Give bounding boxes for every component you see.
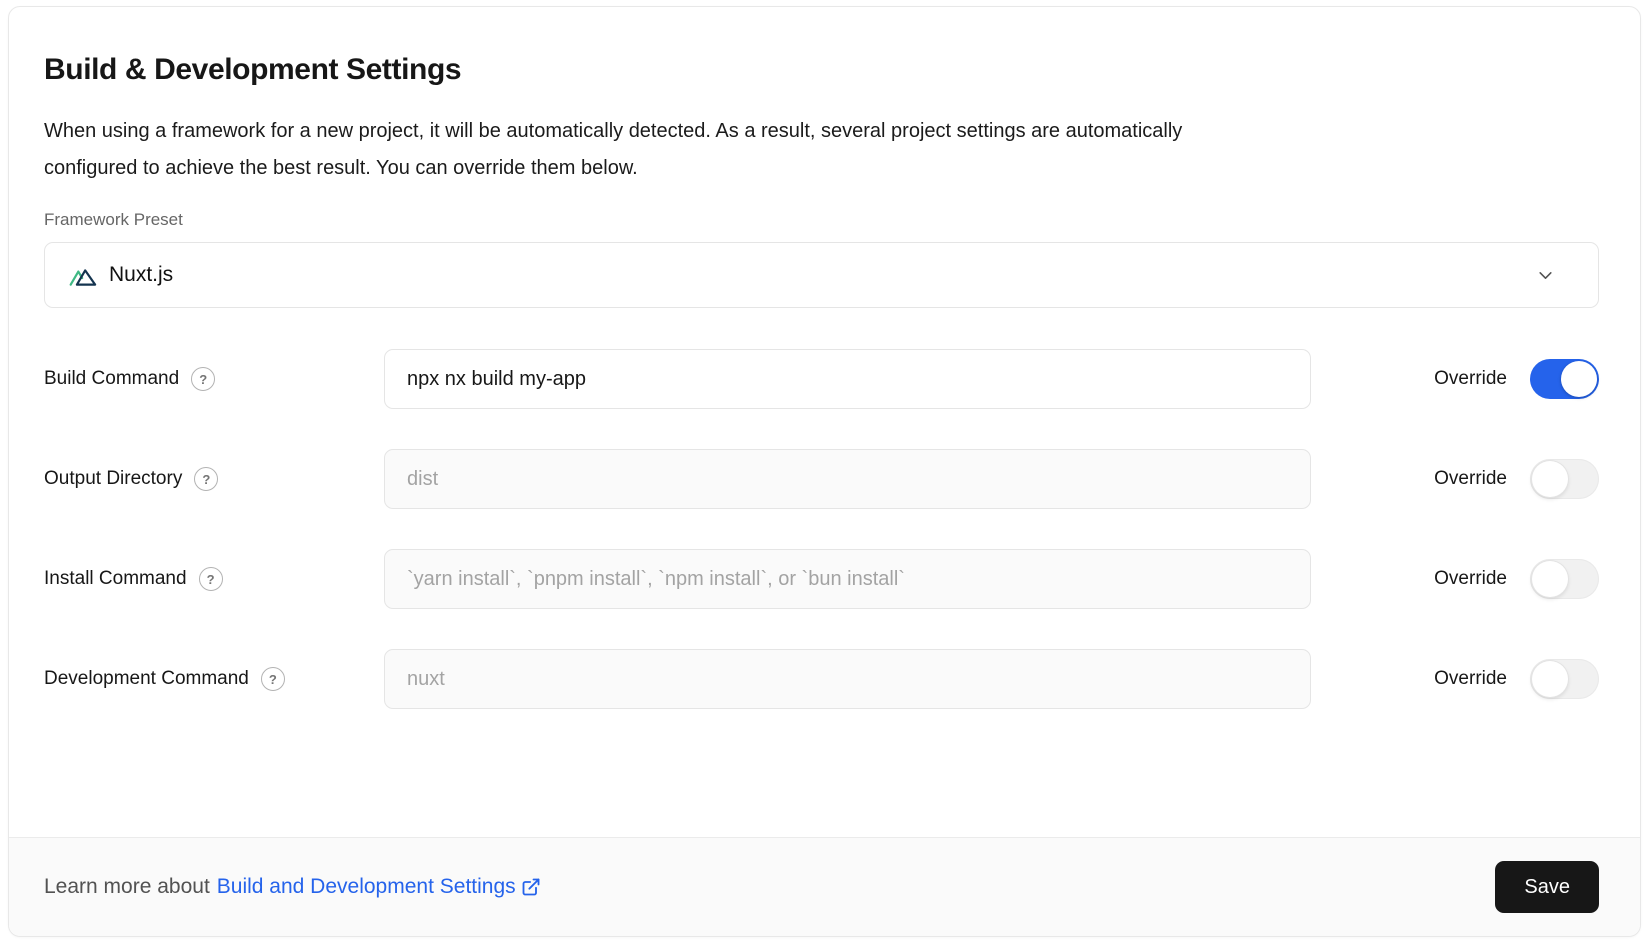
toggle-knob <box>1532 661 1568 697</box>
external-link-icon <box>521 877 541 897</box>
framework-preset-value: Nuxt.js <box>109 263 173 287</box>
setting-label: Install Command <box>44 568 187 590</box>
setting-input[interactable] <box>384 349 1311 409</box>
settings-rows: Build Command ? Override Output Director… <box>44 349 1599 709</box>
build-settings-docs-link[interactable]: Build and Development Settings <box>217 875 541 899</box>
help-icon[interactable]: ? <box>191 367 215 391</box>
setting-label: Output Directory <box>44 468 182 490</box>
setting-row: Development Command ? Override <box>44 649 1599 709</box>
override-label: Override <box>1434 568 1507 590</box>
chevron-down-icon <box>1537 267 1554 284</box>
description-line-2: configured to achieve the best result. Y… <box>44 150 1599 187</box>
setting-row: Install Command ? Override <box>44 549 1599 609</box>
card-content: Build & Development Settings When using … <box>9 7 1640 837</box>
save-button[interactable]: Save <box>1495 861 1599 913</box>
help-icon[interactable]: ? <box>199 567 223 591</box>
toggle-knob <box>1532 461 1568 497</box>
setting-input[interactable] <box>384 549 1311 609</box>
override-toggle[interactable] <box>1530 659 1599 699</box>
framework-preset-select[interactable]: Nuxt.js <box>44 242 1599 308</box>
learn-more-text: Learn more about Build and Development S… <box>44 875 541 899</box>
build-settings-card: Build & Development Settings When using … <box>8 6 1641 937</box>
override-label: Override <box>1434 668 1507 690</box>
section-description: When using a framework for a new project… <box>44 113 1599 187</box>
toggle-knob <box>1532 561 1568 597</box>
framework-preset-group: Framework Preset Nuxt.js <box>44 210 1599 308</box>
setting-label: Development Command <box>44 668 249 690</box>
description-line-1: When using a framework for a new project… <box>44 113 1599 150</box>
override-label: Override <box>1434 368 1507 390</box>
nuxt-logo-icon <box>69 263 97 287</box>
setting-label: Build Command <box>44 368 179 390</box>
help-icon[interactable]: ? <box>261 667 285 691</box>
override-toggle[interactable] <box>1530 459 1599 499</box>
docs-link-label: Build and Development Settings <box>217 875 516 899</box>
setting-input[interactable] <box>384 449 1311 509</box>
override-label: Override <box>1434 468 1507 490</box>
setting-row: Output Directory ? Override <box>44 449 1599 509</box>
override-toggle[interactable] <box>1530 559 1599 599</box>
framework-preset-label: Framework Preset <box>44 210 1599 230</box>
setting-input[interactable] <box>384 649 1311 709</box>
setting-row: Build Command ? Override <box>44 349 1599 409</box>
learn-more-prefix: Learn more about <box>44 875 210 899</box>
help-icon[interactable]: ? <box>194 467 218 491</box>
override-toggle[interactable] <box>1530 359 1599 399</box>
toggle-knob <box>1561 361 1597 397</box>
page-title: Build & Development Settings <box>44 53 1599 87</box>
card-footer: Learn more about Build and Development S… <box>9 837 1640 936</box>
